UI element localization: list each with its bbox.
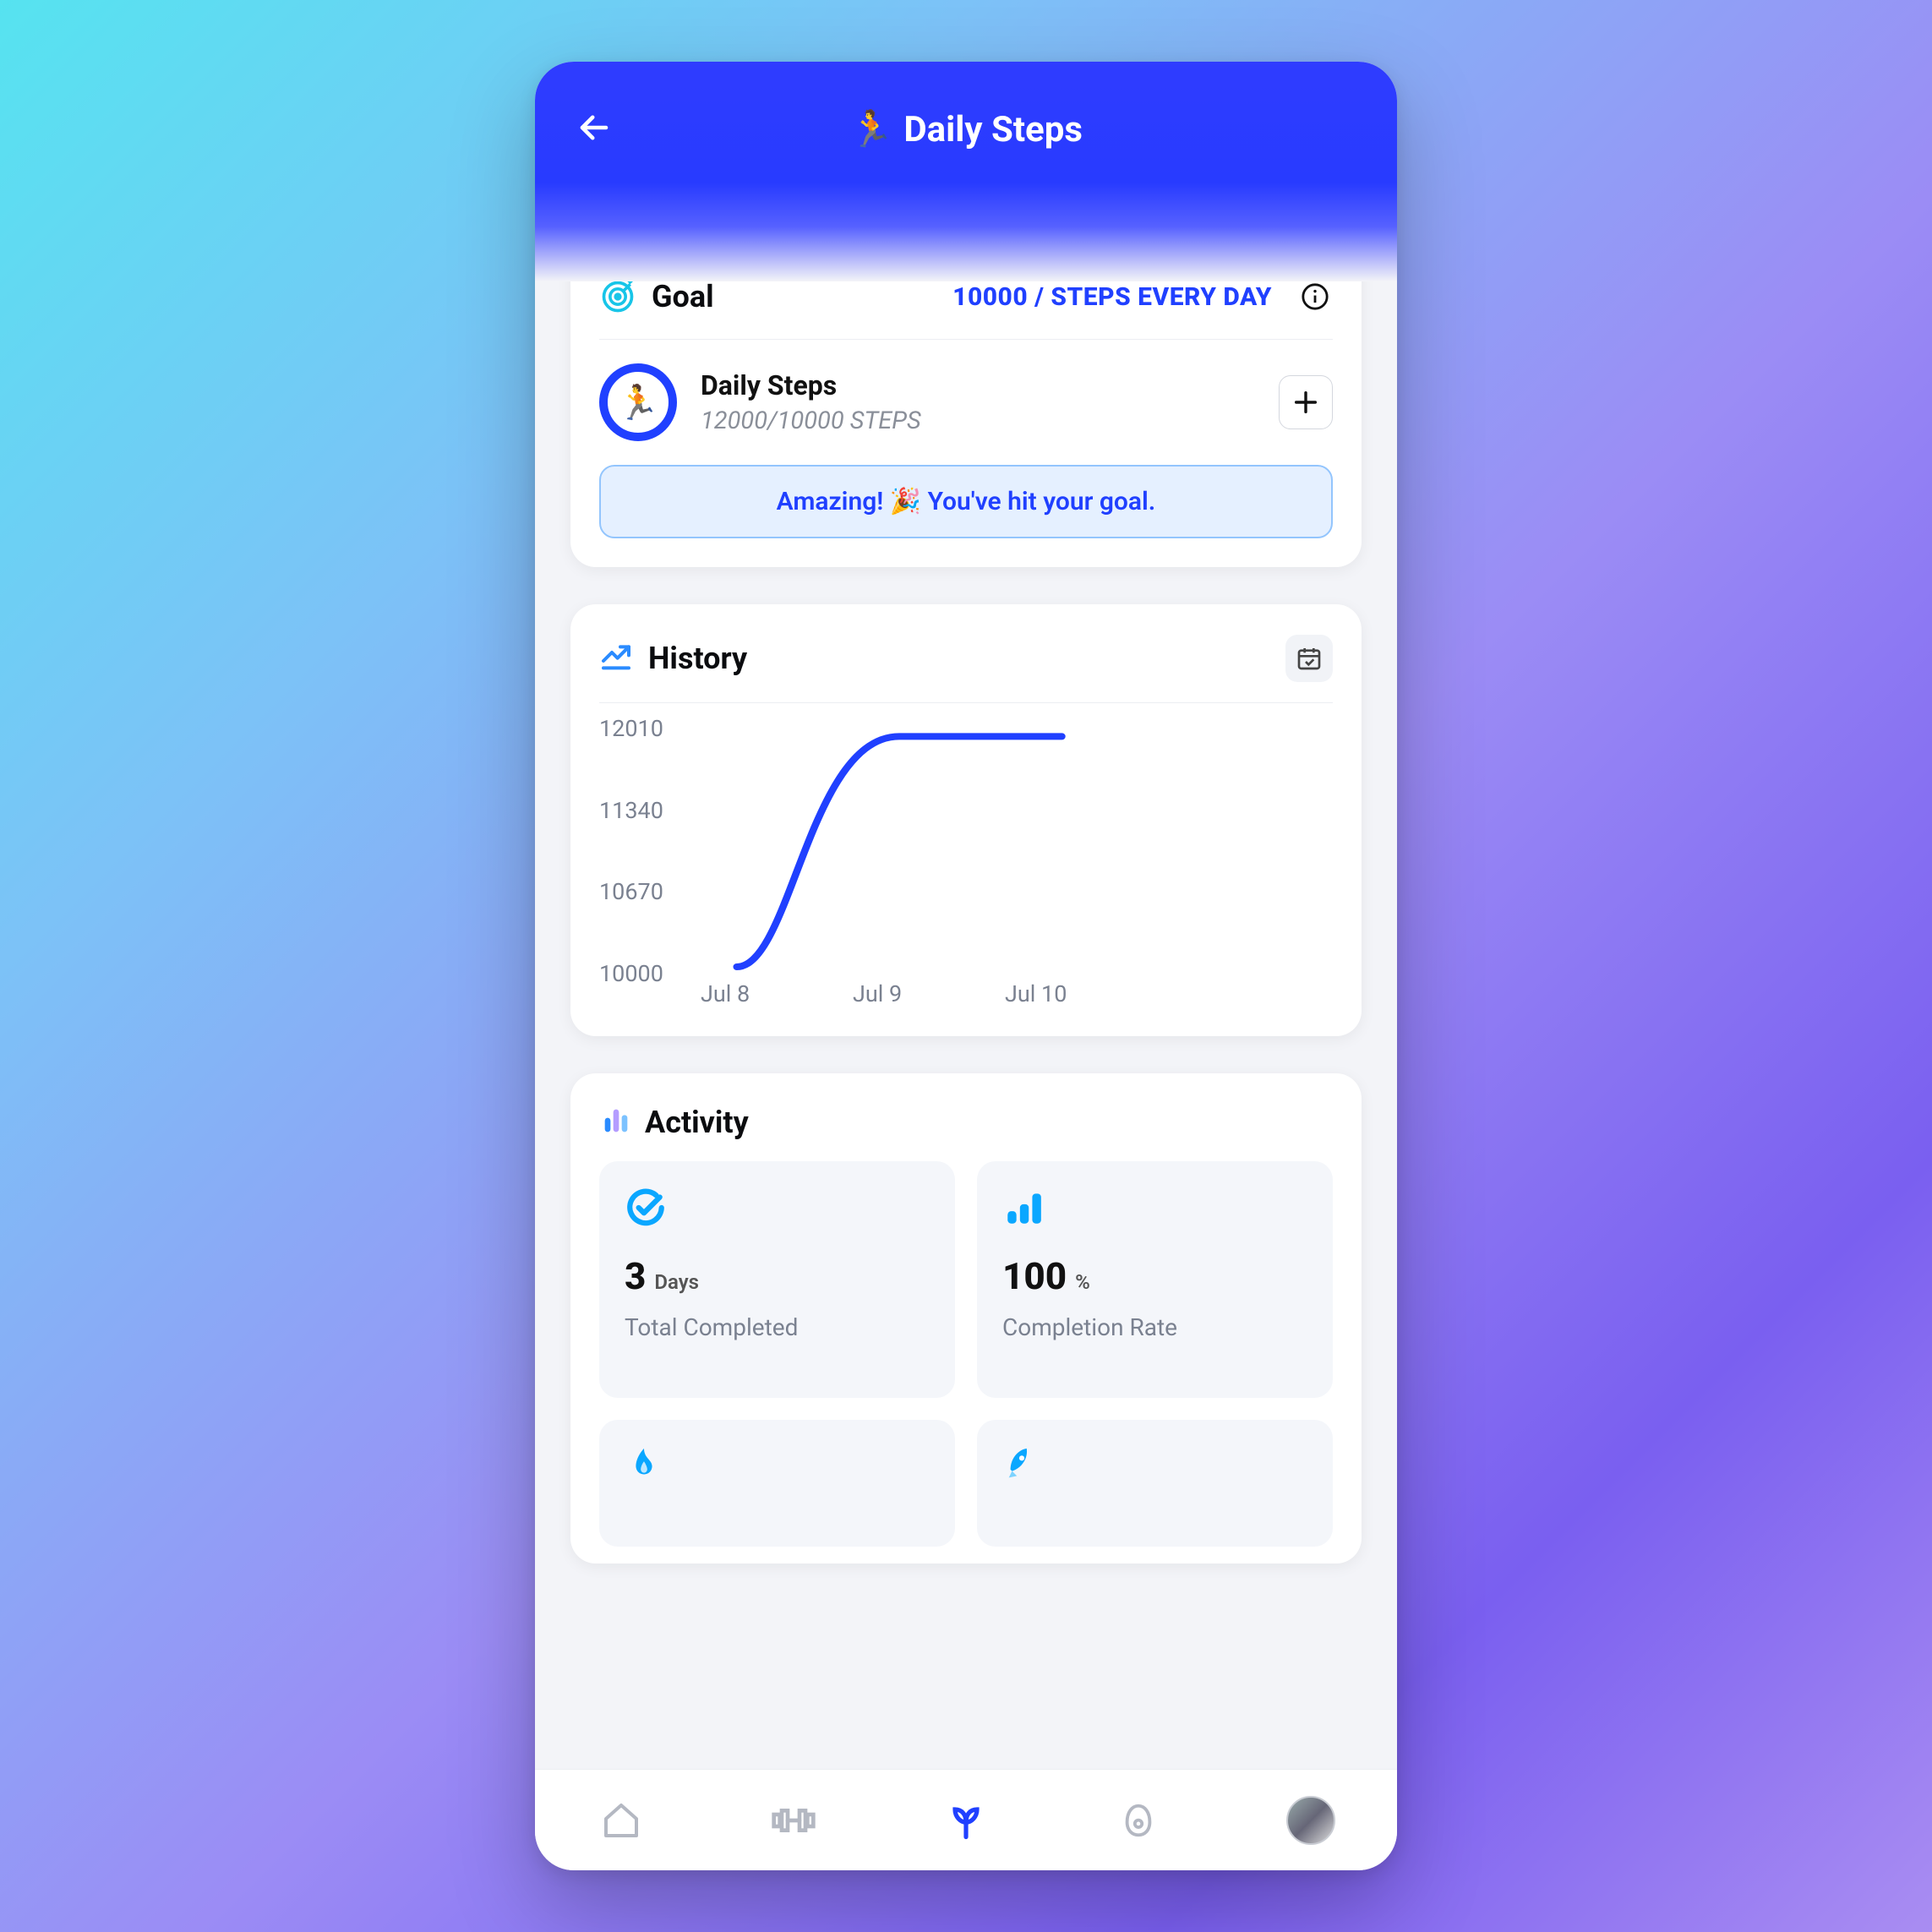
goal-section-title: Goal <box>652 279 714 314</box>
page-title: 🏃 Daily Steps <box>535 104 1397 150</box>
nav-home[interactable] <box>587 1787 655 1854</box>
activity-card: Activity 3 Days Total Completed <box>570 1073 1362 1564</box>
history-section-title: History <box>648 641 747 676</box>
tile-label: Total Completed <box>625 1313 930 1341</box>
calendar-button[interactable] <box>1285 635 1333 682</box>
goal-progress-ring: 🏃 <box>599 363 677 441</box>
runner-emoji-icon: 🏃 <box>617 383 659 423</box>
chart-y-tick: 10670 <box>599 878 663 905</box>
chart-y-tick: 10000 <box>599 960 663 987</box>
chart-y-tick: 11340 <box>599 797 663 824</box>
history-chart: 12010 11340 10670 10000 Jul 8Jul 9Jul 10 <box>599 703 1333 1007</box>
nav-nutrition[interactable] <box>1105 1787 1172 1854</box>
activity-section-title: Activity <box>645 1105 749 1140</box>
content-area: Goal 10000 / STEPS EVERY DAY 🏃 Daily Ste… <box>535 248 1397 1736</box>
chart-x-tick: Jul 9 <box>853 980 1005 1007</box>
back-button[interactable] <box>569 102 619 153</box>
tile-total-completed: 3 Days Total Completed <box>599 1161 955 1398</box>
chart-plot-area <box>701 729 1333 974</box>
activity-grid: 3 Days Total Completed 100 % Completion … <box>599 1161 1333 1547</box>
trend-icon <box>599 640 633 677</box>
bars-icon <box>599 1104 633 1141</box>
check-circle-icon <box>625 1187 930 1229</box>
history-header: History <box>599 635 1333 703</box>
goal-item-progress: 12000/10000 STEPS <box>701 407 921 435</box>
rocket-icon <box>1002 1445 1307 1487</box>
tile-streak <box>599 1420 955 1547</box>
chart-x-axis: Jul 8Jul 9Jul 10 <box>701 980 1333 1007</box>
goal-achieved-banner: Amazing! 🎉 You've hit your goal. <box>599 465 1333 538</box>
tile-value: 3 <box>625 1254 646 1298</box>
runner-emoji-icon: 🏃 <box>849 109 893 150</box>
tile-completion-rate: 100 % Completion Rate <box>977 1161 1333 1398</box>
target-icon <box>599 278 636 315</box>
add-entry-button[interactable] <box>1279 375 1333 429</box>
nav-workouts[interactable] <box>760 1787 827 1854</box>
app-header: 🏃 Daily Steps <box>535 62 1397 281</box>
activity-header: Activity <box>599 1104 1333 1161</box>
chart-y-axis: 12010113401067010000 <box>599 729 692 974</box>
tile-unit: Days <box>654 1270 699 1294</box>
bottom-nav <box>535 1769 1397 1870</box>
flame-icon <box>625 1445 930 1487</box>
chart-x-tick: Jul 10 <box>1005 980 1157 1007</box>
tile-label: Completion Rate <box>1002 1313 1307 1341</box>
goal-body: 🏃 Daily Steps 12000/10000 STEPS <box>599 340 1333 441</box>
chart-line <box>737 736 1062 967</box>
nav-habits[interactable] <box>932 1787 1000 1854</box>
goal-info-button[interactable] <box>1297 279 1333 314</box>
tile-boost <box>977 1420 1333 1547</box>
avatar-icon <box>1286 1796 1335 1845</box>
tile-value: 100 <box>1002 1254 1067 1298</box>
goal-card: Goal 10000 / STEPS EVERY DAY 🏃 Daily Ste… <box>570 248 1362 567</box>
goal-item-name: Daily Steps <box>701 369 921 401</box>
nav-profile[interactable] <box>1277 1787 1345 1854</box>
history-card: History 12010 11340 10670 10000 Jul 8Jul 9J… <box>570 604 1362 1036</box>
goal-header: Goal 10000 / STEPS EVERY DAY <box>599 278 1333 340</box>
chart-x-tick: Jul 8 <box>701 980 853 1007</box>
goal-item-text: Daily Steps 12000/10000 STEPS <box>701 369 921 435</box>
page-title-text: Daily Steps <box>903 109 1083 150</box>
app-screen: 🏃 Daily Steps Goal 10000 / STEPS EVERY D… <box>535 62 1397 1870</box>
chart-y-tick: 12010 <box>599 715 663 742</box>
arrow-left-icon <box>576 110 612 145</box>
tile-unit: % <box>1075 1270 1090 1294</box>
bar-chart-icon <box>1002 1187 1307 1229</box>
goal-target-text: 10000 / STEPS EVERY DAY <box>952 282 1272 312</box>
